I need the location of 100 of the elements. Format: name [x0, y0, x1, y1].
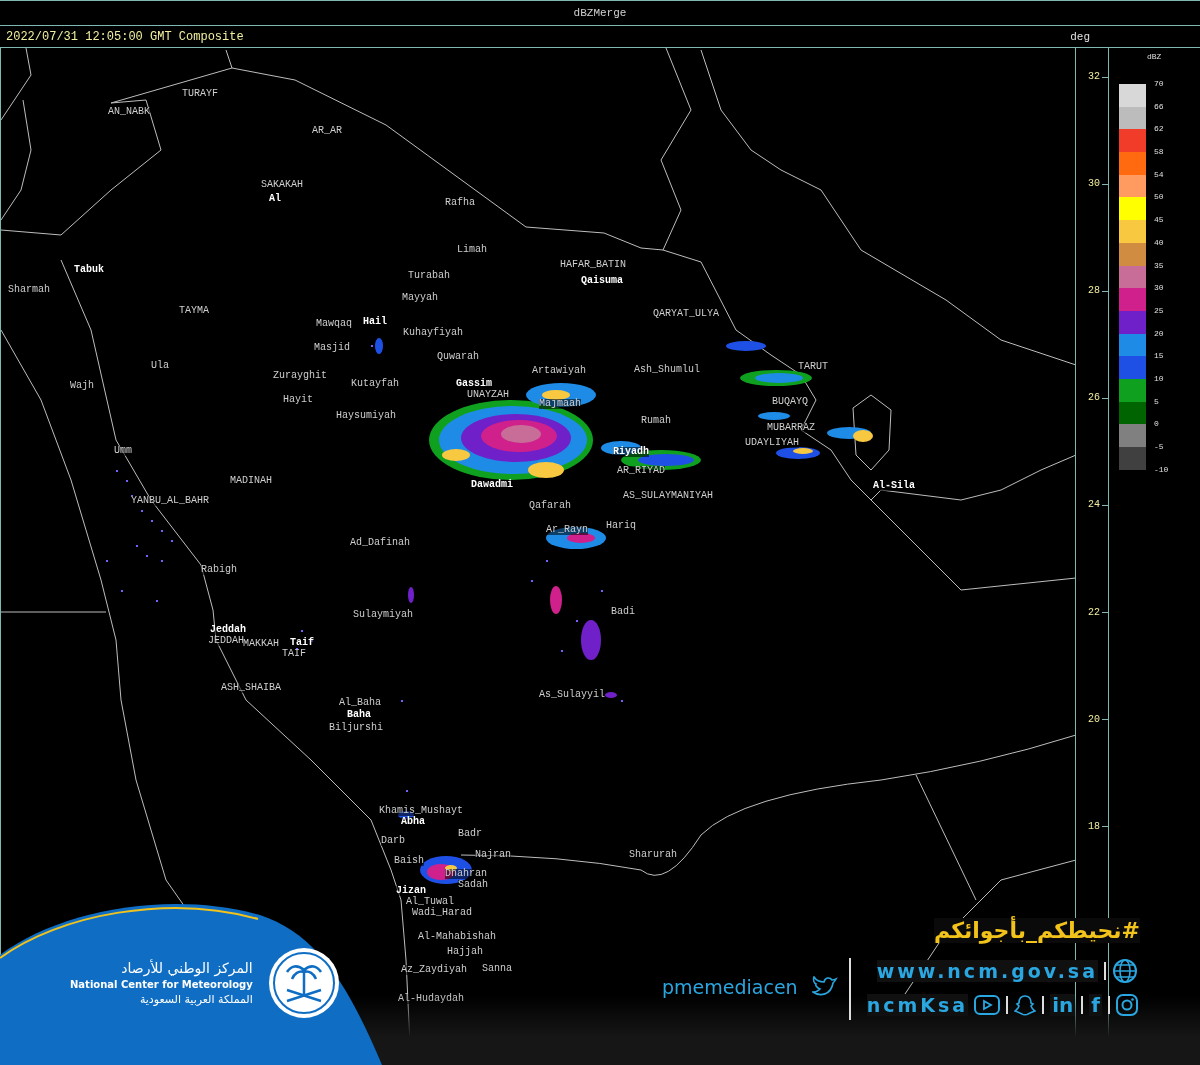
place-label: Sharurah	[629, 850, 677, 860]
ghost-icon	[1014, 994, 1037, 1016]
place-label: MADINAH	[230, 476, 272, 486]
place-label: Al_Tuwal	[406, 897, 454, 907]
latitude-tick: 30	[1088, 178, 1100, 191]
place-label: Dawadmi	[471, 480, 513, 490]
latitude-tick: 22	[1088, 606, 1100, 619]
place-label: MAKKAH	[243, 639, 279, 649]
latitude-tick: 28	[1088, 285, 1100, 298]
place-label: JEDDAH	[208, 636, 244, 646]
camera-icon	[1116, 994, 1138, 1016]
place-label: TAIF	[282, 649, 306, 659]
legend-value: 10	[1154, 373, 1165, 385]
place-label: Hariq	[606, 521, 636, 531]
place-label: TURAYF	[182, 89, 218, 99]
social-handle[interactable]: ncmKsa	[866, 994, 969, 1016]
place-label: As_Sulayyil	[539, 690, 605, 700]
play-icon	[974, 995, 1001, 1015]
emblem-icon	[266, 946, 341, 1020]
place-label: AR_RIYAD	[617, 466, 665, 476]
legend-unit: dBZ	[1147, 52, 1163, 61]
place-label: Quwarah	[437, 352, 479, 362]
facebook-mark[interactable]: f	[1089, 994, 1102, 1016]
place-label: Mayyah	[402, 293, 438, 303]
place-label: Rumah	[641, 416, 671, 426]
place-label: Najran	[475, 850, 511, 860]
place-label: MUBARRAZ	[767, 423, 815, 433]
place-label: ASH_SHAIBA	[221, 683, 281, 693]
place-label: Tabuk	[74, 265, 104, 275]
legend-value: 70	[1154, 79, 1165, 90]
place-label: Qaisuma	[581, 276, 623, 286]
place-label: Qafarah	[529, 501, 571, 511]
place-label: Rafha	[445, 198, 475, 208]
legend-value: 25	[1154, 305, 1165, 317]
latitude-tick: 20	[1088, 713, 1100, 726]
window-title: dBZMerge	[573, 7, 627, 19]
place-label: TAYMA	[179, 306, 209, 316]
legend-value: 0	[1154, 419, 1160, 431]
place-label: Ula	[151, 361, 169, 371]
place-label: SAKAKAH	[261, 180, 303, 190]
place-label: TARUT	[798, 362, 828, 372]
place-label: Jizan	[396, 886, 426, 896]
place-label: Turabah	[408, 271, 450, 281]
place-label: Sharmah	[8, 285, 50, 295]
place-label: Al-Sila	[873, 481, 915, 491]
place-label: Baish	[394, 856, 424, 866]
place-label: Gassim	[456, 379, 492, 389]
place-label: Hayit	[283, 395, 313, 405]
place-label: Baha	[347, 710, 371, 720]
legend-value: 54	[1154, 169, 1165, 181]
place-label: AN_NABK	[108, 107, 150, 117]
legend-value: -5	[1154, 442, 1165, 453]
twitter-handle: pmemediacen	[662, 976, 798, 998]
place-label: Umm	[114, 446, 132, 456]
place-label: Badr	[458, 829, 482, 839]
place-label: Dhahran	[445, 869, 487, 879]
legend-value: -10	[1154, 464, 1169, 476]
place-label: Sulaymiyah	[353, 610, 413, 620]
place-label: Artawiyah	[532, 366, 586, 376]
bird-icon	[811, 976, 838, 998]
latitude-tick: 18	[1088, 820, 1100, 833]
place-label: Al	[269, 194, 281, 204]
place-label: Mawqaq	[316, 319, 352, 329]
place-label: Zurayghit	[273, 371, 327, 381]
legend-value: 45	[1154, 215, 1165, 227]
place-label: Wadi_Harad	[412, 908, 472, 918]
place-label: Az_Zaydiyah	[401, 965, 467, 975]
place-label: Wajh	[70, 381, 94, 391]
legend-value: 5	[1154, 396, 1160, 408]
place-label: Riyadh	[613, 447, 649, 457]
legend-value: 62	[1154, 124, 1165, 136]
place-label: Ad_Dafinah	[350, 538, 410, 548]
organization-english-name: National Center for Meteorology	[70, 979, 253, 990]
organization-arabic-name: المركز الوطني للأرصاد	[121, 960, 253, 976]
place-label: Darb	[381, 836, 405, 846]
axis-unit: deg	[1070, 30, 1090, 43]
place-label: Masjid	[314, 343, 350, 353]
place-label: AS_SULAYMANIYAH	[623, 491, 713, 501]
latitude-tick: 32	[1088, 71, 1100, 83]
globe-icon	[1112, 958, 1138, 984]
place-label: Limah	[457, 245, 487, 255]
website-link[interactable]: www.ncm.gov.sa	[876, 960, 1098, 982]
place-label: Kuhayfiyah	[403, 328, 463, 338]
place-label: Haysumiyah	[336, 411, 396, 421]
place-label: Badi	[611, 607, 635, 617]
legend-value: 40	[1154, 237, 1165, 249]
place-label: Abha	[401, 817, 425, 827]
legend-value: 15	[1154, 351, 1165, 363]
legend-value: 35	[1154, 260, 1165, 272]
place-label: BUQAYQ	[772, 397, 808, 407]
linkedin-mark[interactable]: in	[1050, 994, 1076, 1016]
place-label: UNAYZAH	[467, 390, 509, 400]
latitude-tick: 24	[1088, 499, 1100, 512]
place-label: Biljurshi	[329, 723, 383, 733]
place-label: AR_AR	[312, 126, 342, 136]
place-label: Sanna	[482, 964, 512, 974]
place-label: YANBU_AL_BAHR	[131, 496, 209, 506]
place-label: Ash_Shumlul	[634, 365, 700, 375]
place-label: Khamis_Mushayt	[379, 806, 463, 816]
place-label: Hail	[363, 317, 387, 327]
